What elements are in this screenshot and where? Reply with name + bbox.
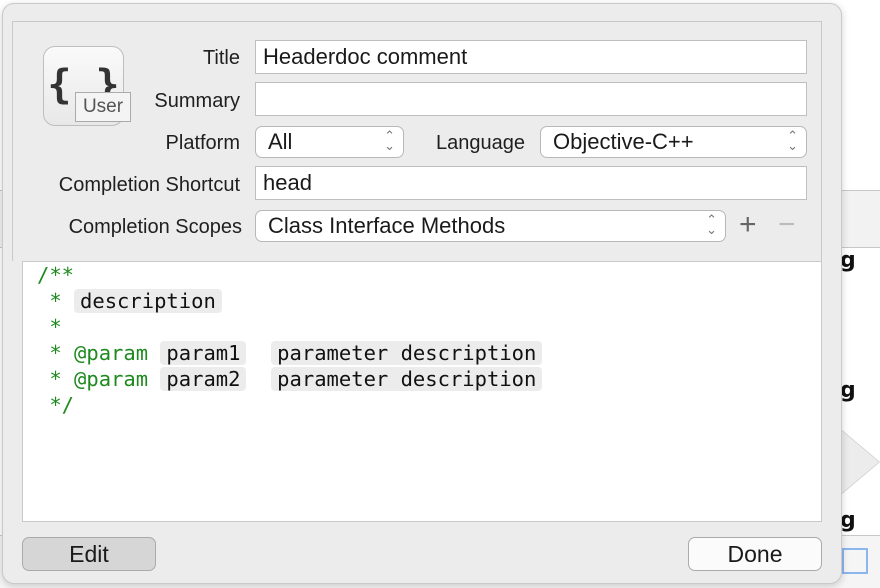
platform-select[interactable]: All ⌃ ⌄	[255, 126, 404, 158]
placeholder-token[interactable]: parameter description	[271, 367, 543, 391]
platform-label: Platform	[165, 132, 240, 154]
popover-arrow	[841, 430, 879, 494]
summary-input[interactable]	[255, 82, 807, 116]
shortcut-label: Completion Shortcut	[58, 174, 240, 196]
code-line: * description	[37, 288, 821, 314]
background-glyph: g	[840, 378, 856, 403]
add-scope-button[interactable]: +	[739, 208, 757, 242]
code-line: /**	[37, 263, 75, 287]
edit-button[interactable]: Edit	[22, 537, 156, 571]
title-input[interactable]: Headerdoc comment	[255, 40, 807, 74]
code-line: * @param param1 parameter description	[37, 340, 821, 366]
code-editor[interactable]: /** * description * * @param param1 para…	[22, 261, 822, 522]
chevron-updown-icon: ⌃ ⌄	[787, 128, 798, 153]
platform-value: All	[268, 129, 293, 154]
language-value: Objective-C++	[553, 129, 694, 154]
language-label: Language	[436, 132, 525, 154]
background-selection	[842, 548, 868, 574]
shortcut-input[interactable]: head	[255, 166, 807, 200]
code-line: *	[37, 315, 62, 339]
scopes-value: Class Interface Methods	[268, 213, 506, 238]
scopes-label: Completion Scopes	[68, 216, 242, 238]
remove-scope-button[interactable]: −	[778, 208, 796, 242]
scopes-select[interactable]: Class Interface Methods ⌃ ⌄	[255, 210, 726, 242]
language-select[interactable]: Objective-C++ ⌃ ⌄	[540, 126, 807, 158]
comment-prefix: *	[37, 289, 75, 313]
background-glyph: g	[840, 508, 856, 533]
comment-prefix: * @param	[37, 367, 161, 391]
code-line: */	[37, 393, 75, 417]
placeholder-token[interactable]: parameter description	[271, 341, 543, 365]
code-line: * @param param2 parameter description	[37, 366, 821, 392]
done-button[interactable]: Done	[688, 537, 822, 571]
placeholder-token[interactable]: param1	[160, 341, 247, 365]
comment-prefix: * @param	[37, 341, 161, 365]
chevron-updown-icon: ⌃ ⌄	[706, 212, 717, 237]
placeholder-token[interactable]: description	[74, 289, 222, 313]
summary-label: Summary	[154, 90, 240, 112]
title-label: Title	[202, 47, 240, 69]
placeholder-token[interactable]: param2	[160, 367, 247, 391]
background-glyph: g	[840, 248, 856, 273]
chevron-updown-icon: ⌃ ⌄	[384, 128, 395, 153]
